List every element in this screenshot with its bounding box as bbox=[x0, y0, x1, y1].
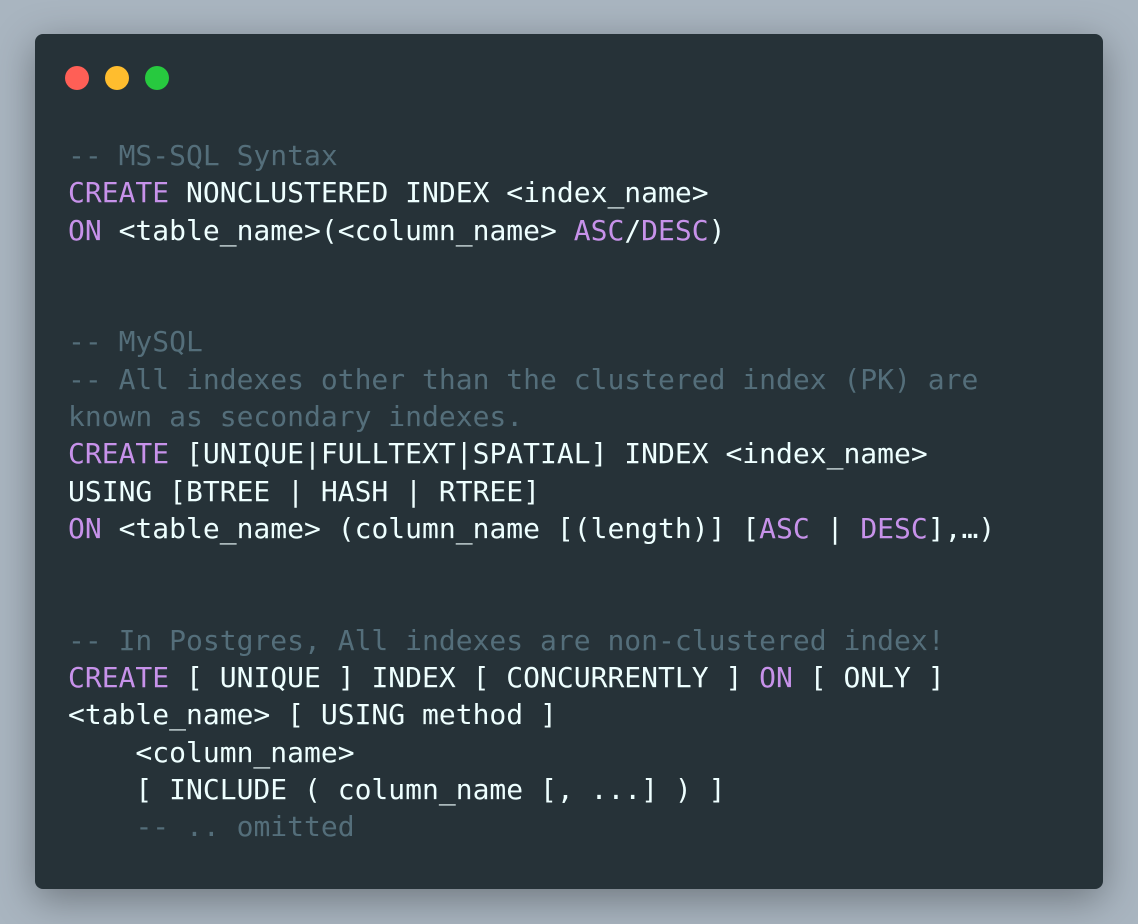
code-line: CREATE [ UNIQUE ] INDEX [ CONCURRENTLY ]… bbox=[68, 659, 995, 696]
close-button[interactable] bbox=[65, 66, 89, 90]
code-line: ON <table_name> (column_name [(length)] … bbox=[68, 510, 995, 547]
text-token: [ INCLUDE ( column_name [, ...] ) ] bbox=[68, 773, 726, 807]
text-token: ],…) bbox=[927, 511, 996, 545]
code-line: USING [BTREE | HASH | RTREE] bbox=[68, 473, 995, 510]
text-token: [UNIQUE|FULLTEXT|SPATIAL] INDEX <index_n… bbox=[169, 437, 928, 471]
code-line: CREATE NONCLUSTERED INDEX <index_name> bbox=[68, 174, 995, 211]
text-token: NONCLUSTERED INDEX <index_name> bbox=[169, 176, 709, 210]
keyword-token: CREATE bbox=[68, 661, 170, 695]
text-token: [ ONLY ] bbox=[792, 661, 945, 695]
text-token: <column_name> bbox=[68, 735, 355, 769]
text-token: USING [BTREE | HASH | RTREE] bbox=[68, 474, 541, 508]
keyword-token: DESC bbox=[641, 213, 709, 247]
code-line: -- In Postgres, All indexes are non-clus… bbox=[68, 622, 995, 659]
comment-token: known as secondary indexes. bbox=[68, 400, 524, 434]
text-token: / bbox=[624, 213, 642, 247]
comment-token: -- In Postgres, All indexes are non-clus… bbox=[68, 623, 945, 657]
comment-token: -- .. omitted bbox=[135, 810, 355, 844]
text-token: <table_name>(<column_name> bbox=[101, 213, 574, 247]
keyword-token: DESC bbox=[860, 511, 928, 545]
keyword-token: CREATE bbox=[68, 437, 170, 471]
text-token: <table_name> [ USING method ] bbox=[68, 698, 557, 732]
code-line: CREATE [UNIQUE|FULLTEXT|SPATIAL] INDEX <… bbox=[68, 435, 995, 472]
code-line: -- All indexes other than the clustered … bbox=[68, 361, 995, 398]
code-line: known as secondary indexes. bbox=[68, 398, 995, 435]
minimize-button[interactable] bbox=[105, 66, 129, 90]
keyword-token: ON bbox=[759, 661, 793, 695]
text-token: | bbox=[809, 511, 861, 545]
code-line: ON <table_name>(<column_name> ASC/DESC) bbox=[68, 212, 995, 249]
text-token: ) bbox=[708, 213, 726, 247]
comment-token: -- All indexes other than the clustered … bbox=[68, 362, 979, 396]
code-line: <table_name> [ USING method ] bbox=[68, 696, 995, 733]
maximize-button[interactable] bbox=[145, 66, 169, 90]
code-block: -- MS-SQL Syntax CREATE NONCLUSTERED INDE… bbox=[68, 137, 995, 846]
keyword-token: ASC bbox=[573, 213, 625, 247]
text-token: <table_name> (column_name [(length)] [ bbox=[101, 511, 760, 545]
code-line: <column_name> bbox=[68, 734, 995, 771]
code-window: -- MS-SQL Syntax CREATE NONCLUSTERED INDE… bbox=[35, 34, 1103, 889]
comment-token: -- MySQL bbox=[68, 325, 203, 359]
keyword-token: ON bbox=[68, 213, 102, 247]
keyword-token: ASC bbox=[759, 511, 810, 545]
keyword-token: ON bbox=[68, 511, 102, 545]
text-token: [ UNIQUE ] INDEX [ CONCURRENTLY ] bbox=[169, 661, 760, 695]
code-line: [ INCLUDE ( column_name [, ...] ) ] bbox=[68, 771, 995, 808]
code-line: -- .. omitted bbox=[68, 808, 995, 845]
code-line: -- MySQL bbox=[68, 323, 995, 360]
code-line: -- MS-SQL Syntax bbox=[68, 137, 995, 174]
comment-token: -- MS-SQL Syntax bbox=[68, 139, 338, 172]
keyword-token: CREATE bbox=[68, 176, 170, 210]
